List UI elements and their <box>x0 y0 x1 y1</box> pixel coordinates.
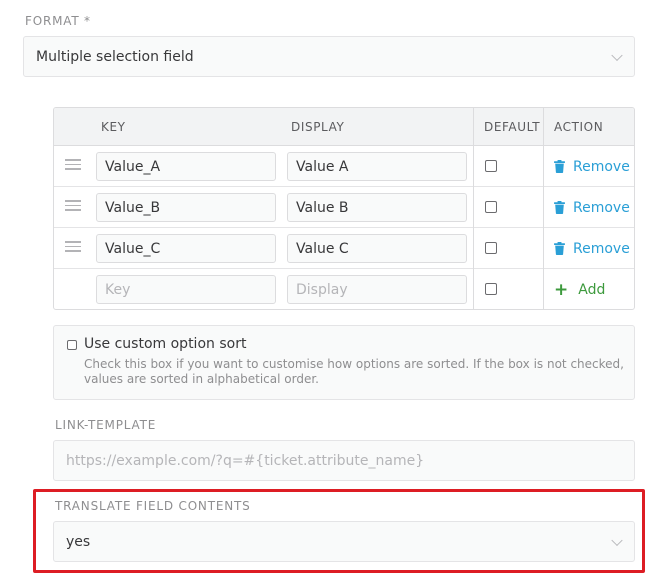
new-default-checkbox[interactable] <box>485 283 497 295</box>
header-default: DEFAULT <box>484 120 541 134</box>
key-input[interactable] <box>96 152 276 181</box>
key-input[interactable] <box>96 234 276 263</box>
default-checkbox[interactable] <box>485 201 497 213</box>
display-input[interactable] <box>287 234 467 263</box>
table-header: KEY DISPLAY DEFAULT ACTION <box>54 108 634 146</box>
divider <box>543 108 544 309</box>
chevron-down-icon <box>611 534 623 546</box>
translate-select-value: yes <box>66 533 91 550</box>
format-label: FORMAT * <box>25 14 91 28</box>
custom-sort-label: Use custom option sort <box>84 336 247 352</box>
table-row: Remove <box>54 228 634 269</box>
display-input[interactable] <box>287 193 467 222</box>
custom-sort-panel: Use custom option sort Check this box if… <box>53 325 635 400</box>
table-row-new: + Add <box>54 269 634 309</box>
header-action: ACTION <box>554 120 604 134</box>
default-checkbox[interactable] <box>485 242 497 254</box>
remove-button[interactable]: Remove <box>554 187 630 228</box>
table-row: Remove <box>54 187 634 228</box>
remove-label: Remove <box>573 158 630 175</box>
options-table: KEY DISPLAY DEFAULT ACTION Remove <box>53 107 635 310</box>
custom-sort-help: Check this box if you want to customise … <box>84 357 624 386</box>
chevron-down-icon <box>611 49 623 61</box>
add-button[interactable]: + Add <box>554 269 606 309</box>
link-template-input[interactable] <box>53 440 635 481</box>
drag-handle-icon[interactable] <box>65 159 81 171</box>
display-input[interactable] <box>287 152 467 181</box>
key-input[interactable] <box>96 193 276 222</box>
link-template-label: LINK-TEMPLATE <box>55 418 157 432</box>
header-key: KEY <box>101 120 126 134</box>
header-display: DISPLAY <box>291 120 345 134</box>
default-checkbox[interactable] <box>485 160 497 172</box>
trash-icon <box>554 160 565 173</box>
trash-icon <box>554 201 565 214</box>
translate-label: TRANSLATE FIELD CONTENTS <box>55 499 251 513</box>
remove-label: Remove <box>573 199 630 216</box>
table-row: Remove <box>54 146 634 187</box>
translate-select[interactable]: yes <box>53 521 635 562</box>
new-key-input[interactable] <box>96 275 276 304</box>
custom-sort-checkbox[interactable] <box>67 340 77 350</box>
drag-handle-icon[interactable] <box>65 241 81 253</box>
new-display-input[interactable] <box>287 275 467 304</box>
add-label: Add <box>578 281 606 298</box>
drag-handle-icon[interactable] <box>65 200 81 212</box>
divider <box>473 108 474 309</box>
format-select[interactable]: Multiple selection field <box>23 36 635 77</box>
remove-button[interactable]: Remove <box>554 146 630 187</box>
remove-label: Remove <box>573 240 630 257</box>
trash-icon <box>554 242 565 255</box>
format-select-value: Multiple selection field <box>36 48 194 65</box>
remove-button[interactable]: Remove <box>554 228 630 269</box>
plus-icon: + <box>554 279 569 300</box>
